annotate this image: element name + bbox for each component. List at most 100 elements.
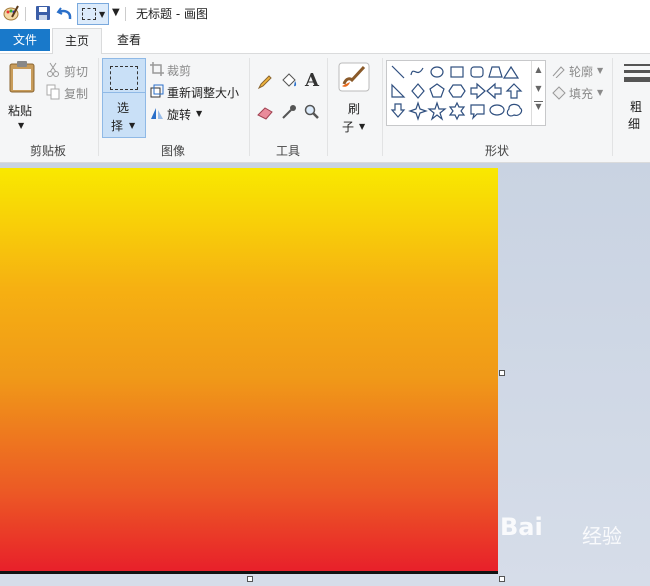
scissors-icon[interactable] xyxy=(46,62,60,78)
outline-icon[interactable] xyxy=(551,64,567,78)
group-separator xyxy=(327,58,328,156)
diamond-shape-icon xyxy=(411,83,425,99)
chevron-down-icon: ▼ xyxy=(99,10,106,19)
canvas-edge xyxy=(0,571,498,574)
ribbon-tabs: 文件 主页 查看 xyxy=(0,27,650,54)
pencil-icon[interactable] xyxy=(257,74,273,90)
title-bar: ▼ ▼ 无标题 - 画图 xyxy=(0,0,650,27)
chevron-down-icon[interactable]: ▼ xyxy=(597,88,603,97)
paint-app-icon xyxy=(3,5,19,21)
left-arrow-shape-icon xyxy=(486,82,502,100)
copy-icon[interactable] xyxy=(46,84,60,100)
select-rect-icon xyxy=(110,66,138,90)
resize-label[interactable]: 重新调整大小 xyxy=(167,84,239,101)
color-picker-icon[interactable] xyxy=(281,104,297,120)
group-label-image: 图像 xyxy=(160,144,185,158)
size-button[interactable]: 粗 细 xyxy=(618,60,650,138)
tab-home[interactable]: 主页 xyxy=(52,28,102,54)
rounded-rectangle-shape-icon xyxy=(470,66,484,78)
shapes-gallery: ▲ ▼ ▼ xyxy=(386,60,546,126)
line-thick xyxy=(624,77,650,82)
magnifier-icon[interactable] xyxy=(304,104,320,120)
five-point-star-shape-icon xyxy=(427,101,447,121)
fill-icon[interactable] xyxy=(551,85,567,101)
line-thin xyxy=(624,64,650,66)
right-arrow-shape-icon xyxy=(470,82,486,100)
rect-callout-shape-icon xyxy=(470,104,485,120)
select-quick-button[interactable]: ▼ xyxy=(77,3,109,25)
chevron-down-icon: ▼ xyxy=(129,121,136,130)
size-label-top: 粗 xyxy=(630,100,643,114)
hexagon-shape-icon xyxy=(448,84,466,98)
cut-label[interactable]: 剪切 xyxy=(64,63,88,80)
oval-shape-icon xyxy=(430,66,444,78)
six-point-star-shape-icon xyxy=(448,101,466,121)
watermark-logo: Bai xyxy=(500,513,543,541)
tab-file[interactable]: 文件 xyxy=(0,29,50,51)
select-button[interactable]: 选 择 ▼ xyxy=(102,58,146,138)
divider xyxy=(103,92,145,93)
resize-handle-right[interactable] xyxy=(499,370,505,376)
eraser-icon[interactable] xyxy=(257,106,275,120)
save-icon[interactable] xyxy=(34,4,52,22)
text-tool-icon[interactable]: A xyxy=(305,70,319,91)
rectangle-shape-icon xyxy=(450,66,464,78)
undo-icon[interactable] xyxy=(56,4,74,22)
shapes-grid xyxy=(390,65,523,121)
resize-icon[interactable] xyxy=(150,84,164,98)
watermark-text: 经验 xyxy=(582,524,622,548)
ribbon: 粘贴 ▼ 剪切 复制 剪贴板 选 择 ▼ 裁剪 重新调整大小 旋转 ▼ 图像 A xyxy=(0,54,650,163)
gallery-scroll[interactable]: ▲ ▼ ▼ xyxy=(531,61,545,125)
brush-icon xyxy=(338,62,370,92)
select-rect-icon xyxy=(82,8,96,20)
gallery-expand-icon[interactable]: ▼ xyxy=(534,101,543,111)
window-title: 无标题 - 画图 xyxy=(136,7,208,21)
group-label-tools: 工具 xyxy=(275,144,300,158)
size-label-bottom: 细 xyxy=(628,117,641,131)
paste-button[interactable]: 粘贴 ▼ xyxy=(4,58,38,138)
crop-icon[interactable] xyxy=(150,62,164,76)
oval-callout-shape-icon xyxy=(489,104,505,116)
chevron-down-icon: ▼ xyxy=(359,122,366,131)
group-label-clipboard: 剪贴板 xyxy=(29,144,66,158)
right-triangle-shape-icon xyxy=(391,83,406,98)
crop-label[interactable]: 裁剪 xyxy=(167,62,191,79)
outline-label[interactable]: 轮廓 xyxy=(569,63,593,80)
chevron-down-icon[interactable]: ▼ xyxy=(196,109,202,118)
brush-label-top: 刷 xyxy=(348,102,361,116)
tab-view[interactable]: 查看 xyxy=(104,29,154,51)
rotate-icon[interactable] xyxy=(150,106,164,120)
group-label-shapes: 形状 xyxy=(484,144,509,158)
triangle-shape-icon xyxy=(502,65,520,79)
customize-toolbar-icon[interactable]: ▼ xyxy=(112,7,120,18)
clipboard-icon xyxy=(9,61,35,93)
line-medium xyxy=(624,70,650,73)
pentagon-shape-icon xyxy=(429,83,445,98)
select-label-bottom: 择 xyxy=(111,119,124,133)
fill-label[interactable]: 填充 xyxy=(569,85,593,102)
brush-button[interactable]: 刷 子 ▼ xyxy=(334,58,374,136)
polygon-shape-icon xyxy=(488,66,503,78)
drawing-canvas[interactable] xyxy=(0,168,498,571)
up-arrow-shape-icon xyxy=(505,83,523,99)
chevron-down-icon[interactable]: ▼ xyxy=(597,66,603,75)
rotate-label[interactable]: 旋转 xyxy=(167,106,191,123)
group-separator xyxy=(612,58,613,156)
scroll-up-icon[interactable]: ▲ xyxy=(532,65,545,74)
brush-label-bottom: 子 xyxy=(342,120,355,134)
curve-shape-icon xyxy=(410,67,424,76)
four-point-star-shape-icon xyxy=(408,101,428,121)
chevron-down-icon: ▼ xyxy=(18,121,25,130)
cloud-callout-shape-icon xyxy=(506,103,523,117)
separator xyxy=(125,7,126,21)
resize-handle-corner[interactable] xyxy=(499,576,505,582)
canvas-workspace: Bai 经验 xyxy=(0,163,650,586)
scroll-down-icon[interactable]: ▼ xyxy=(532,84,545,93)
down-arrow-shape-icon xyxy=(390,103,406,118)
select-label-top: 选 xyxy=(117,101,130,115)
resize-handle-bottom[interactable] xyxy=(247,576,253,582)
fill-bucket-icon[interactable] xyxy=(280,72,298,90)
copy-label[interactable]: 复制 xyxy=(64,85,88,102)
line-shape-icon xyxy=(391,65,405,79)
separator xyxy=(25,7,26,21)
